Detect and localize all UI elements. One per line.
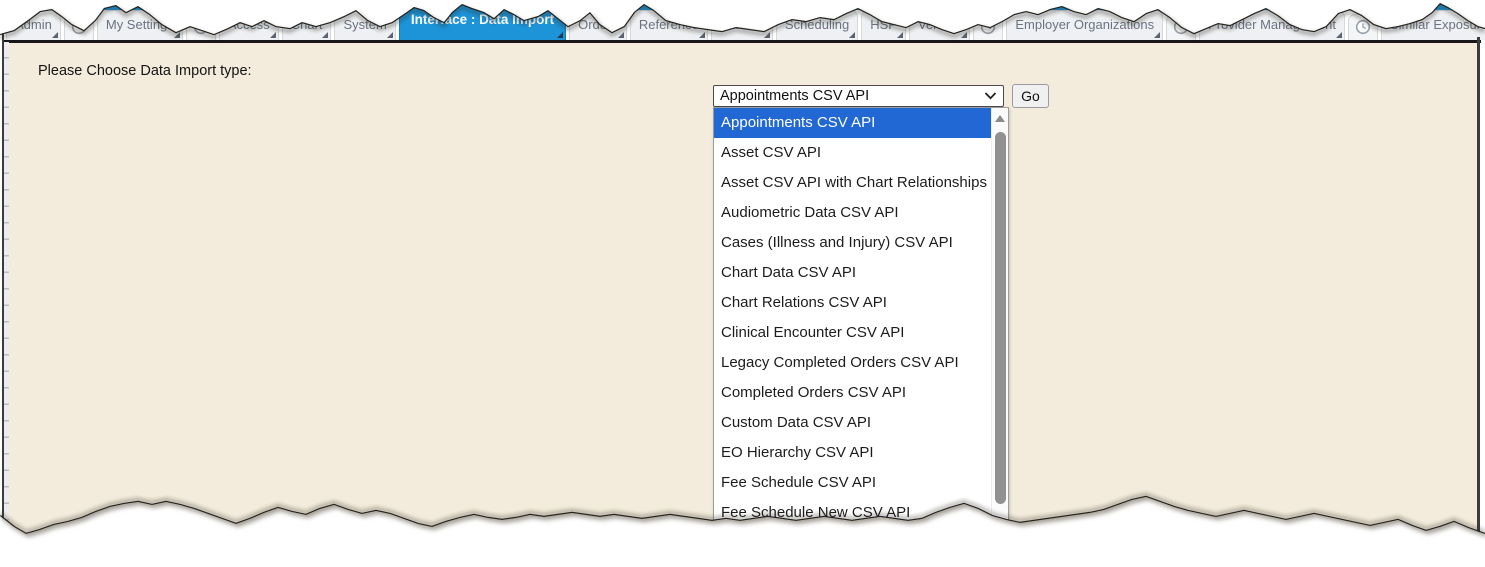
dropdown-option[interactable]: Fee Schedule CSV API xyxy=(714,468,991,498)
application-window: Admin My Settings Access Chart System In… xyxy=(0,0,1485,567)
tab-hsp[interactable]: HSP xyxy=(861,10,906,40)
tab-caret-icon xyxy=(174,32,180,38)
go-button[interactable]: Go xyxy=(1012,84,1049,108)
tab-caret-icon xyxy=(849,32,855,38)
tab-system[interactable]: System xyxy=(334,10,395,40)
tab-recent-history-1[interactable] xyxy=(64,14,94,40)
tab-label: HSP xyxy=(870,17,897,32)
scrollbar-thumb[interactable] xyxy=(995,132,1006,504)
dropdown-option[interactable]: EO Hierarchy CSV API xyxy=(714,438,991,468)
tab-recent-history-5[interactable] xyxy=(1348,14,1378,40)
tab-label: Version xyxy=(918,17,961,32)
tab-caret-icon xyxy=(270,32,276,38)
tab-label: Chart xyxy=(291,17,323,32)
tab-caret-icon xyxy=(1154,32,1160,38)
dropdown-option[interactable]: Chart Relations CSV API xyxy=(714,288,991,318)
tab-label: System xyxy=(343,17,386,32)
tab-caret-icon xyxy=(764,32,770,38)
tab-label: Reference xyxy=(639,17,699,32)
tab-my-settings[interactable]: My Settings xyxy=(97,10,183,40)
tab-provider-management[interactable]: Provider Management xyxy=(1199,10,1345,40)
tab-similar-exposure[interactable]: Similar Exposure xyxy=(1381,10,1485,40)
prompt-label: Please Choose Data Import type: xyxy=(38,63,252,79)
tab-recent-history-3[interactable] xyxy=(973,14,1003,40)
dropdown-option[interactable]: Custom Data CSV API xyxy=(714,408,991,438)
tab-version[interactable]: Version xyxy=(909,10,970,40)
clock-icon xyxy=(1173,19,1189,35)
tab-label: Employer Organizations xyxy=(1015,17,1154,32)
top-blue-bar-fragment xyxy=(0,0,1485,10)
tab-orders[interactable]: Orders xyxy=(569,10,627,40)
tab-employer-organizations[interactable]: Employer Organizations xyxy=(1006,10,1163,40)
tab-bar: Admin My Settings Access Chart System In… xyxy=(6,0,1485,40)
tab-caret-icon xyxy=(1336,32,1342,38)
dropdown-option-selected[interactable]: Appointments CSV API xyxy=(714,108,991,138)
tab-bar-divider xyxy=(2,40,1481,43)
tab-recent-history-2[interactable] xyxy=(186,14,216,40)
tab-caret-icon xyxy=(387,32,393,38)
tab-label: Interface : Data Import xyxy=(411,12,554,27)
clock-icon xyxy=(71,19,87,35)
chevron-down-icon xyxy=(984,92,997,100)
dropdown-option[interactable]: Audiometric Data CSV API xyxy=(714,198,991,228)
tab-caret-icon xyxy=(961,32,967,38)
tab-access[interactable]: Access xyxy=(219,10,279,40)
tab-label: Orders xyxy=(578,17,618,32)
dropdown-option[interactable]: Asset CSV API with Chart Relationships xyxy=(714,168,991,198)
tab-label: Similar Exposure xyxy=(1390,17,1485,32)
tab-label: My Settings xyxy=(106,17,174,32)
tab-label: Access xyxy=(228,17,270,32)
dropdown-option[interactable]: Legacy Completed Orders CSV API xyxy=(714,348,991,378)
clock-icon xyxy=(980,19,996,35)
tab-caret-icon xyxy=(618,32,624,38)
tab-admin[interactable]: Admin xyxy=(6,10,61,40)
dropdown-options: Appointments CSV API Asset CSV API Asset… xyxy=(714,108,991,537)
dropdown-option[interactable]: Asset CSV API xyxy=(714,138,991,168)
screenshot-stage: Admin My Settings Access Chart System In… xyxy=(0,0,1485,567)
dropdown-option[interactable]: Clinical Encounter CSV API xyxy=(714,318,991,348)
dropdown-option-list: Appointments CSV API Asset CSV API Asset… xyxy=(713,107,1009,538)
tab-caret-icon xyxy=(52,32,58,38)
scrollbar-up-arrow-icon[interactable] xyxy=(995,115,1005,122)
dropdown-option[interactable]: Cases (Illness and Injury) CSV API xyxy=(714,228,991,258)
tab-scheduling[interactable]: Scheduling xyxy=(776,10,858,40)
tab-caret-icon xyxy=(557,32,563,38)
tab-label: Provider Management xyxy=(1208,17,1336,32)
dropdown-option[interactable]: Chart Data CSV API xyxy=(714,258,991,288)
clock-icon xyxy=(1355,19,1371,35)
tab-caret-icon xyxy=(699,32,705,38)
tab-chart[interactable]: Chart xyxy=(282,10,332,40)
tab-label: Scheduling xyxy=(785,17,849,32)
window-right-border xyxy=(1477,37,1480,539)
window-left-gutter xyxy=(4,42,9,539)
torn-screenshot-wrapper: Admin My Settings Access Chart System In… xyxy=(0,0,1485,567)
tab-recent-history-4[interactable] xyxy=(1166,14,1196,40)
dropdown-scrollbar[interactable] xyxy=(991,108,1008,537)
import-type-select[interactable]: Appointments CSV API xyxy=(713,85,1004,107)
dropdown-option[interactable]: Completed Orders CSV API xyxy=(714,378,991,408)
tab-label: Admin xyxy=(15,17,52,32)
clock-icon xyxy=(193,19,209,35)
tab-caret-icon xyxy=(897,32,903,38)
tab-reference[interactable]: Reference xyxy=(630,10,708,40)
select-current-value: Appointments CSV API xyxy=(720,88,869,104)
tab-printing[interactable]: Printing xyxy=(711,10,773,40)
tab-label: Printing xyxy=(720,17,764,32)
dropdown-option[interactable]: Fee Schedule New CSV API xyxy=(714,498,991,528)
tab-interface-data-import[interactable]: Interface : Data Import xyxy=(399,2,566,40)
tab-caret-icon xyxy=(322,32,328,38)
